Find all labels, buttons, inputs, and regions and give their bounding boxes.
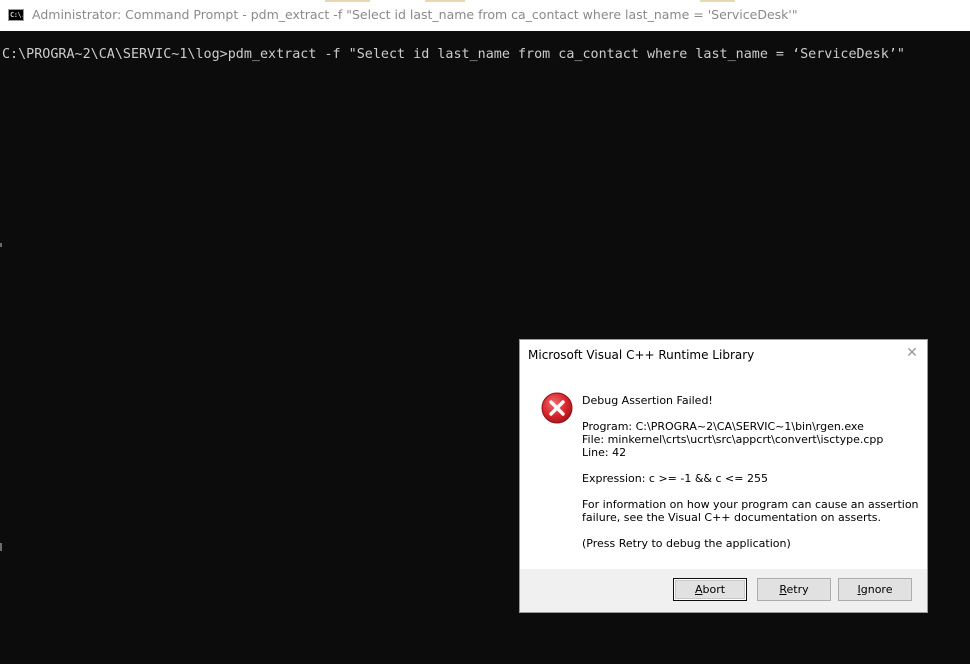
program-path: Program: C:\PROGRA~2\CA\SERVIC~1\bin\rge… — [582, 420, 864, 433]
line-number: Line: 42 — [582, 446, 627, 459]
window-title: Administrator: Command Prompt - pdm_extr… — [32, 7, 798, 22]
command-prompt-icon: C:\. — [8, 9, 24, 21]
title-accent — [425, 0, 465, 2]
retry-button[interactable]: Retry — [757, 578, 831, 601]
dialog-button-bar: Abort Retry Ignore — [520, 569, 927, 612]
file-path: File: minkernel\crts\ucrt\src\appcrt\con… — [582, 433, 884, 446]
ignore-button[interactable]: Ignore — [838, 578, 912, 601]
console-edge-mark — [0, 543, 2, 551]
title-accent — [325, 0, 370, 2]
close-icon[interactable]: ✕ — [905, 346, 919, 360]
info-text-line1: For information on how your program can … — [582, 498, 919, 511]
error-icon — [541, 392, 573, 424]
title-accent — [700, 0, 735, 2]
console-command-line: C:\PROGRA~2\CA\SERVIC~1\log>pdm_extract … — [2, 47, 905, 62]
expression-text: Expression: c >= -1 && c <= 255 — [582, 472, 768, 485]
retry-hint: (Press Retry to debug the application) — [582, 537, 791, 550]
assertion-heading: Debug Assertion Failed! — [582, 394, 713, 407]
dialog-title: Microsoft Visual C++ Runtime Library — [528, 348, 755, 362]
console-edge-mark — [0, 243, 2, 247]
abort-button[interactable]: Abort — [673, 578, 747, 601]
runtime-error-dialog: Microsoft Visual C++ Runtime Library ✕ D… — [519, 339, 928, 613]
console-title-bar[interactable]: C:\. Administrator: Command Prompt - pdm… — [0, 0, 970, 31]
info-text-line2: failure, see the Visual C++ documentatio… — [582, 511, 882, 524]
